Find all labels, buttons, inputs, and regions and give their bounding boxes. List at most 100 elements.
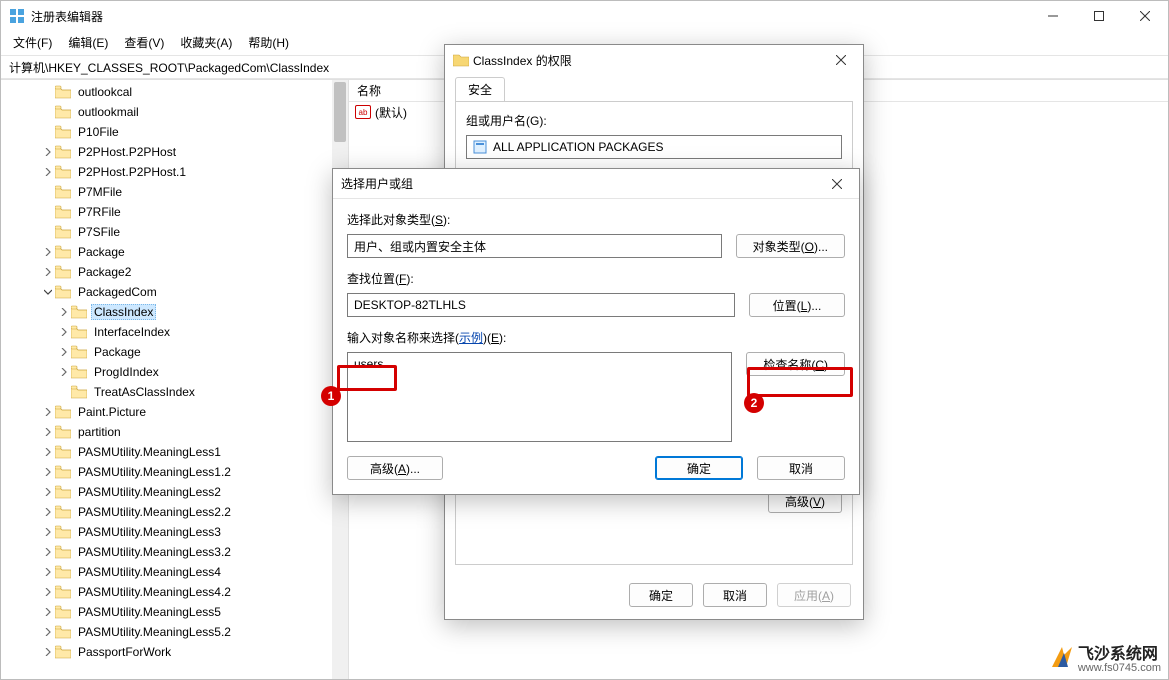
tree-item[interactable]: PASMUtility.MeaningLess4: [1, 562, 346, 582]
chevron-right-icon[interactable]: [41, 648, 55, 656]
tree-item[interactable]: PackagedCom: [1, 282, 346, 302]
tree-item-label: PASMUtility.MeaningLess1.2: [75, 464, 234, 480]
permissions-ok-button[interactable]: 确定: [629, 583, 693, 607]
tree-item[interactable]: Paint.Picture: [1, 402, 346, 422]
permissions-close-button[interactable]: [827, 49, 855, 71]
tree-item-label: PASMUtility.MeaningLess2: [75, 484, 224, 500]
address-text: 计算机\HKEY_CLASSES_ROOT\PackagedCom\ClassI…: [9, 59, 329, 76]
tree-item[interactable]: partition: [1, 422, 346, 442]
locations-button[interactable]: 位置(L)...: [749, 293, 845, 317]
tree-item[interactable]: PassportForWork: [1, 642, 346, 662]
tree-item-label: P7RFile: [75, 204, 124, 220]
tree-item[interactable]: PASMUtility.MeaningLess2.2: [1, 502, 346, 522]
tree-item-label: P2PHost.P2PHost: [75, 144, 179, 160]
tree-item[interactable]: PASMUtility.MeaningLess3: [1, 522, 346, 542]
tree-item[interactable]: P7RFile: [1, 202, 346, 222]
chevron-right-icon[interactable]: [41, 148, 55, 156]
tree-pane[interactable]: outlookcaloutlookmailP10File P2PHost.P2PH…: [1, 80, 349, 679]
folder-icon: [55, 484, 71, 500]
tree-item-label: PASMUtility.MeaningLess4: [75, 564, 224, 580]
folder-icon: [55, 644, 71, 660]
folder-icon: [71, 384, 87, 400]
tree-item[interactable]: Package: [1, 342, 346, 362]
scroll-thumb[interactable]: [334, 82, 346, 142]
tree-item[interactable]: PASMUtility.MeaningLess4.2: [1, 582, 346, 602]
ok-button[interactable]: 确定: [655, 456, 743, 480]
tree-item[interactable]: TreatAsClassIndex: [1, 382, 346, 402]
tree-item[interactable]: PASMUtility.MeaningLess5.2: [1, 622, 346, 642]
example-link[interactable]: 示例: [459, 331, 483, 345]
menu-view[interactable]: 查看(V): [118, 32, 170, 53]
permissions-buttons: 确定 取消 应用(A): [445, 575, 863, 619]
chevron-right-icon[interactable]: [41, 408, 55, 416]
location-label: 查找位置(F):: [347, 270, 845, 287]
chevron-right-icon[interactable]: [41, 508, 55, 516]
permissions-apply-button[interactable]: 应用(A): [777, 583, 851, 607]
chevron-right-icon[interactable]: [57, 368, 71, 376]
chevron-right-icon[interactable]: [41, 548, 55, 556]
tree-item-label: P7SFile: [75, 224, 123, 240]
tree-item-label: partition: [75, 424, 124, 440]
chevron-right-icon[interactable]: [41, 248, 55, 256]
tree-item[interactable]: PASMUtility.MeaningLess3.2: [1, 542, 346, 562]
tree-item[interactable]: P10File: [1, 122, 346, 142]
group-users-label: 组或用户名(G):: [466, 112, 842, 129]
chevron-right-icon[interactable]: [41, 608, 55, 616]
tree-item[interactable]: InterfaceIndex: [1, 322, 346, 342]
folder-icon: [453, 52, 469, 68]
menu-help[interactable]: 帮助(H): [242, 32, 295, 53]
select-user-close-button[interactable]: [823, 173, 851, 195]
object-names-input[interactable]: users: [347, 352, 732, 442]
tree-item[interactable]: ClassIndex: [1, 302, 346, 322]
advanced-button[interactable]: 高级(A)...: [347, 456, 443, 480]
chevron-right-icon[interactable]: [41, 428, 55, 436]
permissions-cancel-button[interactable]: 取消: [703, 583, 767, 607]
tree-item[interactable]: PASMUtility.MeaningLess1: [1, 442, 346, 462]
chevron-right-icon[interactable]: [41, 528, 55, 536]
folder-icon: [55, 404, 71, 420]
tree-item[interactable]: PASMUtility.MeaningLess5: [1, 602, 346, 622]
chevron-right-icon[interactable]: [41, 628, 55, 636]
menu-edit[interactable]: 编辑(E): [62, 32, 114, 53]
tree-item[interactable]: P2PHost.P2PHost.1: [1, 162, 346, 182]
tree-item[interactable]: P7SFile: [1, 222, 346, 242]
chevron-right-icon[interactable]: [57, 348, 71, 356]
minimize-button[interactable]: [1030, 1, 1076, 31]
check-names-button[interactable]: 检查名称(C): [746, 352, 845, 376]
tree-item[interactable]: PASMUtility.MeaningLess2: [1, 482, 346, 502]
tree-item[interactable]: outlookcal: [1, 82, 346, 102]
tree-item[interactable]: ProgIdIndex: [1, 362, 346, 382]
tree-item-label: PASMUtility.MeaningLess1: [75, 444, 224, 460]
tab-security[interactable]: 安全: [455, 77, 505, 101]
maximize-button[interactable]: [1076, 1, 1122, 31]
tree-item-label: PassportForWork: [75, 644, 174, 660]
folder-icon: [55, 84, 71, 100]
tree-item[interactable]: P2PHost.P2PHost: [1, 142, 346, 162]
chevron-right-icon[interactable]: [57, 308, 71, 316]
menu-file[interactable]: 文件(F): [7, 32, 58, 53]
chevron-right-icon[interactable]: [41, 488, 55, 496]
tree-item[interactable]: P7MFile: [1, 182, 346, 202]
chevron-down-icon[interactable]: [41, 288, 55, 296]
tree-item-label: Package: [75, 244, 128, 260]
chevron-right-icon[interactable]: [57, 328, 71, 336]
tree-item[interactable]: outlookmail: [1, 102, 346, 122]
chevron-right-icon[interactable]: [41, 588, 55, 596]
principals-listbox[interactable]: ALL APPLICATION PACKAGES: [466, 135, 842, 159]
cancel-button[interactable]: 取消: [757, 456, 845, 480]
tree-item-label: PackagedCom: [75, 284, 160, 300]
chevron-right-icon[interactable]: [41, 448, 55, 456]
titlebar: 注册表编辑器: [1, 1, 1168, 31]
tree-item[interactable]: Package2: [1, 262, 346, 282]
chevron-right-icon[interactable]: [41, 468, 55, 476]
tree-item[interactable]: PASMUtility.MeaningLess1.2: [1, 462, 346, 482]
folder-icon: [71, 364, 87, 380]
tree-item[interactable]: Package: [1, 242, 346, 262]
close-button[interactable]: [1122, 1, 1168, 31]
chevron-right-icon[interactable]: [41, 268, 55, 276]
object-types-button[interactable]: 对象类型(O)...: [736, 234, 845, 258]
chevron-right-icon[interactable]: [41, 568, 55, 576]
chevron-right-icon[interactable]: [41, 168, 55, 176]
menu-fav[interactable]: 收藏夹(A): [174, 32, 238, 53]
folder-icon: [55, 124, 71, 140]
